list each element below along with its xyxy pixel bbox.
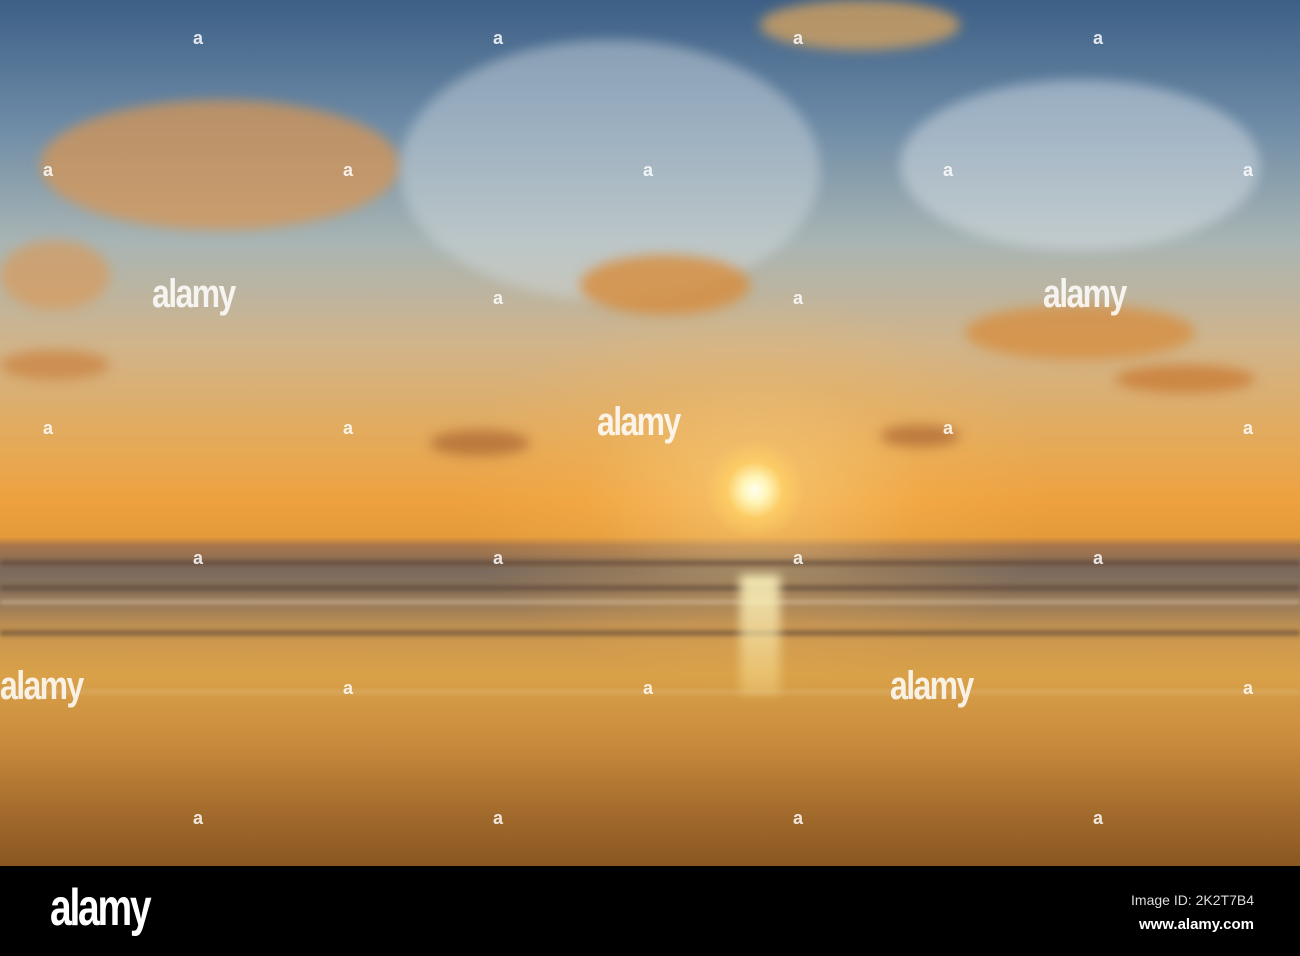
wave xyxy=(0,585,1300,591)
footer-bar: alamy Image ID: 2K2T7B4 www.alamy.com xyxy=(0,866,1300,956)
wave-foam xyxy=(0,600,1300,604)
sunset-beach-photo: alamy alamy alamy alamy alamy a a a a a … xyxy=(0,0,1300,866)
watermark-mark: a xyxy=(343,160,354,180)
alamy-logo: alamy xyxy=(50,879,152,937)
cloud xyxy=(900,80,1260,250)
watermark-mark: a xyxy=(493,548,504,568)
watermark-logo: alamy xyxy=(890,664,974,708)
watermark-mark: a xyxy=(43,418,54,438)
watermark-logo: alamy xyxy=(0,664,84,708)
watermark-mark: a xyxy=(193,28,204,48)
watermark-mark: a xyxy=(793,808,804,828)
cloud xyxy=(580,255,750,315)
watermark-mark: a xyxy=(343,418,354,438)
wave xyxy=(0,630,1300,636)
cloud xyxy=(430,430,530,456)
cloud xyxy=(1115,365,1255,393)
cloud xyxy=(0,350,110,380)
watermark-mark: a xyxy=(943,418,954,438)
watermark-mark: a xyxy=(943,160,954,180)
watermark-mark: a xyxy=(1093,808,1104,828)
watermark-logo: alamy xyxy=(1043,272,1127,316)
sun-reflection xyxy=(740,575,780,695)
image-id: Image ID: 2K2T7B4 xyxy=(1131,892,1254,908)
watermark-mark: a xyxy=(793,28,804,48)
watermark-mark: a xyxy=(793,548,804,568)
stock-photo: alamy alamy alamy alamy alamy a a a a a … xyxy=(0,0,1300,956)
watermark-mark: a xyxy=(1243,678,1254,698)
watermark-mark: a xyxy=(493,288,504,308)
watermark-mark: a xyxy=(493,28,504,48)
watermark-mark: a xyxy=(343,678,354,698)
watermark-mark: a xyxy=(193,808,204,828)
watermark-mark: a xyxy=(193,548,204,568)
cloud xyxy=(0,240,110,310)
watermark-mark: a xyxy=(493,808,504,828)
watermark-mark: a xyxy=(1243,418,1254,438)
site-url: www.alamy.com xyxy=(1138,916,1254,933)
watermark-mark: a xyxy=(643,678,654,698)
watermark-logo: alamy xyxy=(597,400,681,444)
watermark-mark: a xyxy=(643,160,654,180)
watermark-mark: a xyxy=(1093,28,1104,48)
watermark-mark: a xyxy=(43,160,54,180)
watermark-mark: a xyxy=(1243,160,1254,180)
watermark-mark: a xyxy=(1093,548,1104,568)
watermark-logo: alamy xyxy=(152,272,236,316)
sun xyxy=(705,440,805,540)
cloud xyxy=(760,0,960,50)
watermark-mark: a xyxy=(793,288,804,308)
